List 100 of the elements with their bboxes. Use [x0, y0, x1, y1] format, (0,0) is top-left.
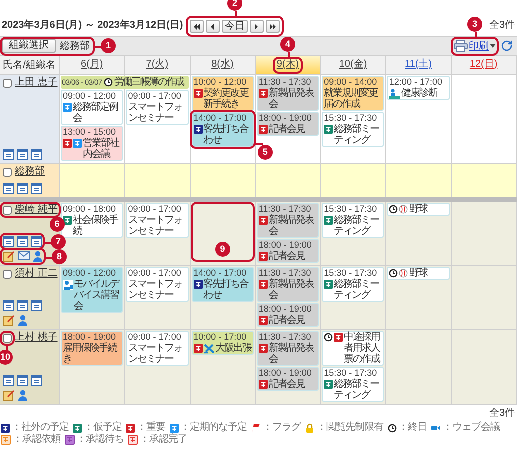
- row-checkbox[interactable]: [3, 206, 12, 214]
- event-card[interactable]: 18:00 - 19:00 雇用保険手続き: [61, 331, 124, 366]
- event-card[interactable]: 中途採用者用求人票の作成: [322, 331, 384, 366]
- event-card[interactable]: 15:30 - 17:30 総務部ミーティング: [322, 112, 384, 147]
- calendar-icon[interactable]: [3, 183, 14, 194]
- calendar-icon[interactable]: [17, 236, 28, 247]
- calendar-icon[interactable]: [17, 375, 28, 386]
- event-card[interactable]: 18:00 - 19:00 記者会見: [256, 239, 320, 263]
- legend-label: ：終日: [398, 422, 427, 434]
- event-card[interactable]: 09:00 - 17:00 スマートフォンセミナー: [126, 331, 189, 366]
- person-icon[interactable]: [18, 390, 28, 401]
- member-name-link[interactable]: 須村 正二: [15, 268, 58, 280]
- person-icon: [63, 280, 73, 290]
- event-title: 中途採用者用求人票の作成: [344, 332, 382, 365]
- important-badge-icon: [258, 125, 268, 134]
- event-card[interactable]: 15:30 - 17:30 総務部ミーティング: [322, 367, 384, 402]
- event-card[interactable]: 18:00 - 19:00 記者会見: [256, 367, 320, 391]
- calendar-icon[interactable]: [31, 300, 42, 311]
- recurring-badge-icon: [170, 424, 178, 432]
- important-badge-icon: [258, 316, 268, 325]
- person-icon[interactable]: [33, 251, 43, 262]
- event-card[interactable]: 09:00 - 12:00 総務部定例会: [61, 90, 124, 125]
- day-link[interactable]: 8(水): [212, 59, 234, 71]
- event-time: 18:00 - 19:00: [258, 113, 313, 124]
- day-link[interactable]: 6(月): [81, 59, 104, 71]
- calendar-icon[interactable]: [31, 375, 42, 386]
- calendar-icon[interactable]: [17, 300, 28, 311]
- day-link[interactable]: 10(金): [339, 59, 368, 71]
- member-name-link[interactable]: 上田 恵子: [15, 77, 58, 89]
- legend-label: ：ウェブ会議: [443, 422, 500, 434]
- event-card[interactable]: 野球: [387, 267, 450, 280]
- refresh-icon[interactable]: [501, 40, 513, 52]
- print-link[interactable]: 印刷: [469, 38, 489, 54]
- calendar-icon[interactable]: [31, 149, 42, 160]
- event-time: 13:00 - 15:00: [63, 127, 118, 138]
- event-card[interactable]: 11:30 - 17:30 新製品発表会: [256, 203, 320, 238]
- envelope-icon[interactable]: [18, 251, 30, 261]
- calendar-icon[interactable]: [3, 375, 14, 386]
- event-card[interactable]: 10:00 - 17:00 大阪出張: [192, 331, 254, 355]
- calendar-icon[interactable]: [17, 149, 28, 160]
- event-card[interactable]: 18:00 - 19:00 記者会見: [256, 303, 320, 327]
- event-card[interactable]: 09:00 - 17:00 スマートフォンセミナー: [126, 203, 189, 238]
- event-card[interactable]: 09:00 - 14:00 就業規則変更届の作成: [322, 76, 384, 111]
- clock-icon: [388, 424, 396, 432]
- event-card[interactable]: 11:30 - 17:30 新製品発表会: [256, 331, 320, 366]
- nav-button[interactable]: [250, 20, 264, 33]
- row-checkbox[interactable]: [3, 270, 12, 278]
- event-card[interactable]: 14:00 - 17:00 客先打ち合わせ: [192, 112, 254, 147]
- event-card[interactable]: 09:00 - 12:00 モバイルデバイス講習会: [61, 267, 124, 313]
- member-name-link[interactable]: 上村 桃子: [15, 332, 58, 344]
- outside-badge-icon: [194, 125, 203, 134]
- today-button[interactable]: 今日: [222, 20, 248, 33]
- important-badge-icon: [334, 333, 344, 342]
- printer-icon[interactable]: [454, 40, 468, 52]
- day-link[interactable]: 12(日): [470, 59, 498, 71]
- notepad-icon[interactable]: [3, 315, 15, 326]
- event-time: 09:00 - 12:00: [63, 91, 118, 102]
- event-card[interactable]: 野球: [387, 203, 450, 216]
- event-card[interactable]: 15:30 - 17:30 総務部ミーティング: [322, 267, 384, 302]
- event-time: 18:00 - 19:00: [258, 240, 313, 250]
- member-name-link[interactable]: 柴崎 純平: [15, 204, 58, 216]
- event-card[interactable]: 10:00 - 12:00 契約更改更新手続き: [192, 76, 254, 111]
- person-icon[interactable]: [18, 315, 28, 326]
- caret-down-icon[interactable]: [490, 44, 496, 48]
- calendar-icon[interactable]: [31, 236, 42, 247]
- nav-button[interactable]: [206, 20, 220, 33]
- calendar-icon[interactable]: [31, 183, 42, 194]
- notepad-icon[interactable]: [3, 390, 15, 401]
- calendar-icon[interactable]: [17, 183, 28, 194]
- clock-icon: [324, 333, 334, 342]
- event-card[interactable]: 11:30 - 17:30 新製品発表会: [256, 267, 320, 302]
- event-time: 18:00 - 19:00: [258, 304, 313, 314]
- event-card[interactable]: 18:00 - 19:00 記者会見: [256, 112, 320, 136]
- event-time: 11:30 - 17:30: [258, 204, 312, 214]
- event-card[interactable]: 09:00 - 18:00 社会保険手続: [61, 203, 124, 238]
- row-checkbox[interactable]: [3, 168, 12, 176]
- event-card[interactable]: 09:00 - 17:00 スマートフォンセミナー: [126, 267, 189, 302]
- event-card[interactable]: 13:00 - 15:00 営業部社内会議: [61, 126, 124, 161]
- org-select-button[interactable]: 組織選択: [2, 39, 56, 53]
- event-title: 健康診断: [401, 88, 438, 99]
- event-time: 14:00 - 17:00: [194, 113, 248, 124]
- nav-button[interactable]: [266, 20, 280, 33]
- legend-label: ：承認待ち: [76, 434, 124, 446]
- event-card[interactable]: 15:30 - 17:30 総務部ミーティング: [322, 203, 384, 238]
- calendar-icon[interactable]: [3, 300, 14, 311]
- calendar-icon[interactable]: [3, 236, 14, 247]
- day-link[interactable]: 7(火): [146, 59, 169, 71]
- event-card[interactable]: 14:00 - 17:00 客先打ち合わせ: [192, 267, 254, 302]
- day-link[interactable]: 11(土): [405, 59, 432, 71]
- clock-icon: [389, 269, 398, 278]
- event-card[interactable]: 12:00 - 17:00 健康診断: [387, 76, 450, 100]
- day-link[interactable]: 9(木): [276, 59, 300, 71]
- event-card[interactable]: 09:00 - 17:00 スマートフォンセミナー: [126, 90, 189, 125]
- notepad-icon[interactable]: [3, 251, 15, 262]
- callout-badge: 10: [0, 350, 13, 364]
- row-checkbox[interactable]: [3, 78, 12, 88]
- member-name-link[interactable]: 総務部: [15, 166, 45, 178]
- event-card[interactable]: 11:30 - 17:30 新製品発表会: [256, 76, 320, 111]
- nav-button[interactable]: [190, 20, 204, 33]
- calendar-icon[interactable]: [3, 149, 14, 160]
